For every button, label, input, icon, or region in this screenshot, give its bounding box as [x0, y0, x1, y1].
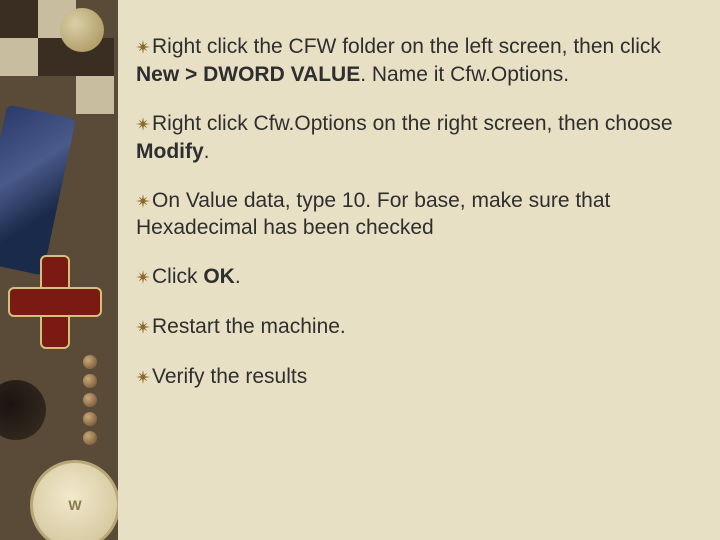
- item-text-pre: Restart the machine.: [152, 315, 346, 338]
- beads-icon: [70, 350, 110, 470]
- compass-icon: [30, 460, 118, 540]
- item-text-post: . Name it Cfw.Options.: [360, 63, 569, 86]
- list-item: Click OK.: [136, 264, 694, 292]
- list-item: Restart the machine.: [136, 314, 694, 342]
- item-text-pre: On Value data, type 10. For base, make s…: [136, 189, 610, 240]
- starburst-icon: [136, 35, 150, 62]
- list-item: Right click the CFW folder on the left s…: [136, 34, 694, 89]
- item-text-pre: Verify the results: [152, 365, 307, 388]
- item-text-bold: OK: [203, 265, 235, 288]
- decorative-sidebar: [0, 0, 118, 540]
- item-text-post: .: [235, 265, 241, 288]
- starburst-icon: [136, 189, 150, 216]
- medal-icon: [8, 255, 98, 345]
- item-text-pre: Click: [152, 265, 203, 288]
- item-text-pre: Right click the CFW folder on the left s…: [152, 35, 661, 58]
- starburst-icon: [136, 315, 150, 342]
- starburst-icon: [136, 365, 150, 392]
- item-text-post: .: [204, 140, 210, 163]
- starburst-icon: [136, 265, 150, 292]
- item-text-bold: Modify: [136, 140, 204, 163]
- instruction-list: Right click the CFW folder on the left s…: [118, 0, 720, 540]
- item-text-bold: New > DWORD VALUE: [136, 63, 360, 86]
- starburst-icon: [136, 112, 150, 139]
- ribbon-icon: [0, 104, 76, 275]
- list-item: Verify the results: [136, 364, 694, 392]
- list-item: Right click Cfw.Options on the right scr…: [136, 111, 694, 166]
- lens-icon: [0, 380, 46, 440]
- list-item: On Value data, type 10. For base, make s…: [136, 188, 694, 243]
- item-text-pre: Right click Cfw.Options on the right scr…: [152, 112, 673, 135]
- coin-icon: [60, 8, 104, 52]
